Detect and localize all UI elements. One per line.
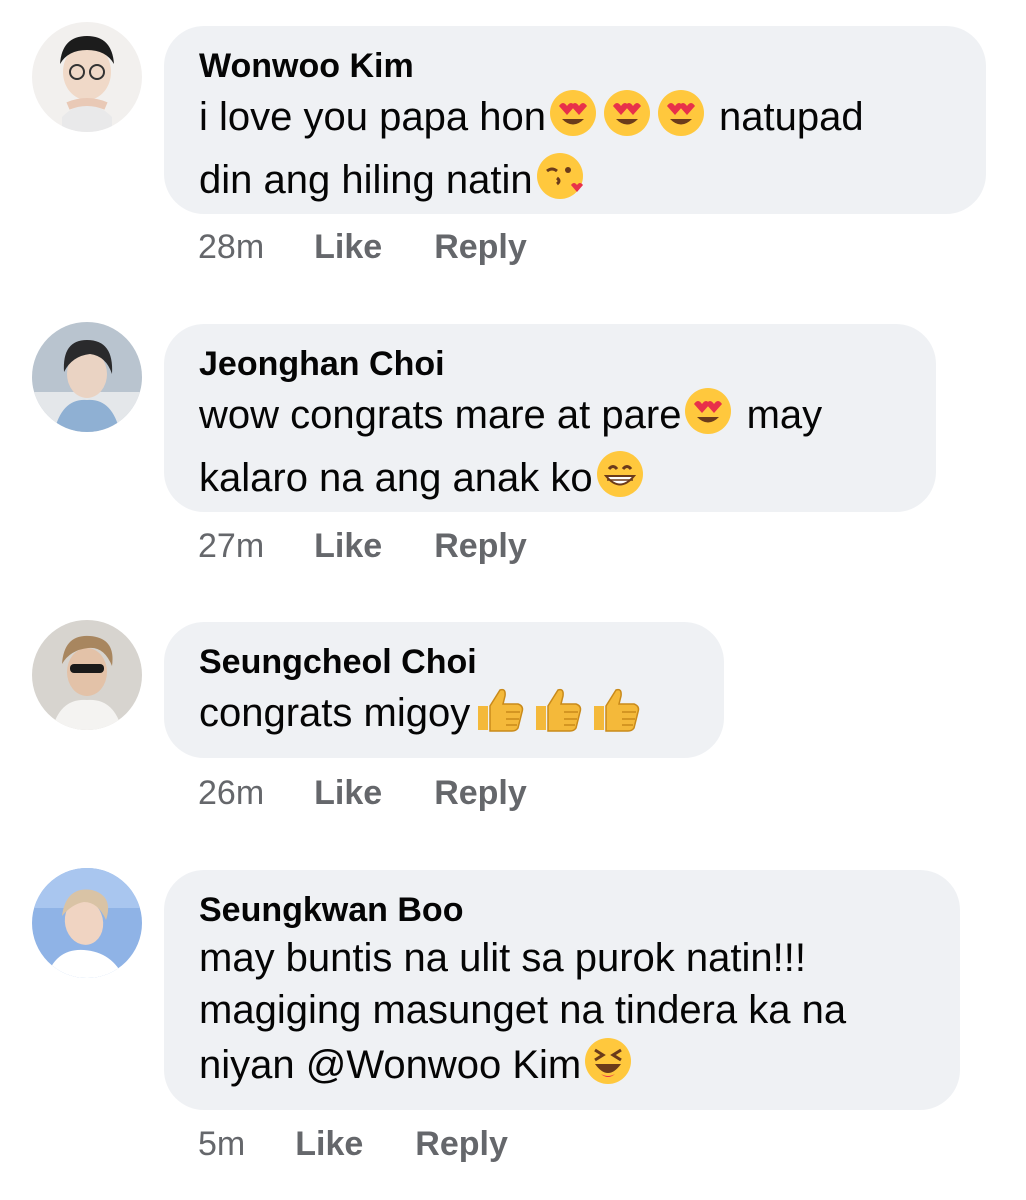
- comment-meta: 26m Like Reply: [198, 774, 527, 813]
- comment-timestamp[interactable]: 27m: [198, 527, 264, 566]
- grinning-emoji: [595, 449, 645, 512]
- comment-timestamp[interactable]: 26m: [198, 774, 264, 813]
- laughing-emoji: [583, 1036, 633, 1099]
- comment-meta: 28m Like Reply: [198, 228, 527, 267]
- comment-author[interactable]: Seungkwan Boo: [199, 888, 930, 932]
- comment-timestamp[interactable]: 28m: [198, 228, 264, 267]
- avatar[interactable]: [32, 322, 142, 432]
- like-button[interactable]: Like: [314, 228, 382, 267]
- comment-meta: 27m Like Reply: [198, 527, 527, 566]
- heart-eyes-emoji: [548, 88, 598, 151]
- thumbs-up-emoji: [530, 684, 584, 747]
- heart-eyes-emoji: [683, 386, 733, 449]
- like-button[interactable]: Like: [295, 1125, 363, 1164]
- comment-author[interactable]: Wonwoo Kim: [199, 44, 956, 88]
- comment-text: i love you papa hon natupad din ang hili…: [199, 88, 956, 214]
- reply-button[interactable]: Reply: [434, 527, 527, 566]
- heart-eyes-emoji: [656, 88, 706, 151]
- comment-timestamp[interactable]: 5m: [198, 1125, 245, 1164]
- thumbs-up-emoji: [472, 684, 526, 747]
- comment-bubble: Wonwoo Kim i love you papa hon natupad d…: [164, 26, 986, 214]
- comment-bubble: Jeonghan Choi wow congrats mare at pare …: [164, 324, 936, 512]
- comment-bubble: Seungcheol Choi congrats migoy: [164, 622, 724, 758]
- comment-meta: 5m Like Reply: [198, 1125, 508, 1164]
- comment-author[interactable]: Jeonghan Choi: [199, 342, 906, 386]
- comment-author[interactable]: Seungcheol Choi: [199, 640, 694, 684]
- reply-button[interactable]: Reply: [415, 1125, 508, 1164]
- reply-button[interactable]: Reply: [434, 228, 527, 267]
- reply-button[interactable]: Reply: [434, 774, 527, 813]
- heart-eyes-emoji: [602, 88, 652, 151]
- like-button[interactable]: Like: [314, 774, 382, 813]
- like-button[interactable]: Like: [314, 527, 382, 566]
- avatar[interactable]: [32, 868, 142, 978]
- comment-text: wow congrats mare at pare may kalaro na …: [199, 386, 906, 512]
- avatar[interactable]: [32, 620, 142, 730]
- thumbs-up-emoji: [588, 684, 642, 747]
- comment-bubble: Seungkwan Boo may buntis na ulit sa puro…: [164, 870, 960, 1110]
- kissing-heart-emoji: [535, 151, 585, 214]
- avatar[interactable]: [32, 22, 142, 132]
- comment-text: may buntis na ulit sa purok natin!!! mag…: [199, 932, 930, 1099]
- comment-text: congrats migoy: [199, 684, 694, 747]
